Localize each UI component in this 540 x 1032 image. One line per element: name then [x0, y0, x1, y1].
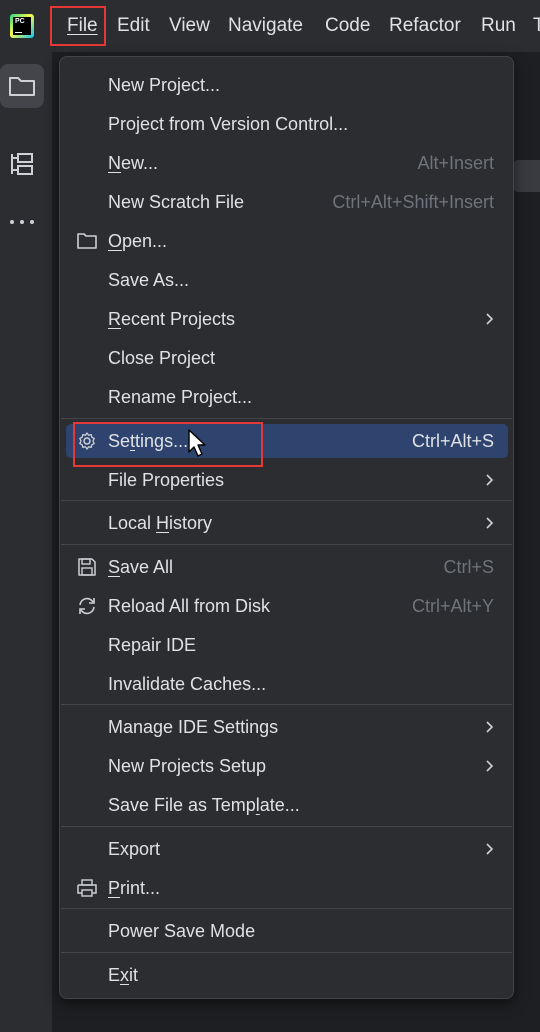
main-menu-bar: PC File Edit View Navigate Code Refactor… — [0, 0, 540, 52]
menu-separator — [61, 826, 512, 827]
menu-item-close-project[interactable]: Close Project — [66, 341, 508, 375]
chevron-right-icon — [486, 474, 494, 486]
chevron-right-icon — [486, 843, 494, 855]
menu-item-new[interactable]: New... Alt+Insert — [66, 146, 508, 180]
tool-separator — [8, 96, 40, 97]
menu-item-recent-projects[interactable]: Recent Projects — [66, 302, 508, 336]
editor-tab-fragment — [512, 160, 540, 192]
menu-code[interactable]: Code — [325, 13, 370, 39]
menu-separator — [61, 418, 512, 419]
chevron-right-icon — [486, 721, 494, 733]
ide-window: PC File Edit View Navigate Code Refactor… — [0, 0, 540, 1032]
menu-item-rename-project[interactable]: Rename Project... — [66, 380, 508, 414]
file-menu-dropdown: New Project... Project from Version Cont… — [59, 56, 514, 999]
menu-item-repair-ide[interactable]: Repair IDE — [66, 628, 508, 662]
menu-separator — [61, 908, 512, 909]
more-icon — [10, 220, 34, 224]
pycharm-logo-icon: PC — [10, 14, 34, 38]
menu-item-export[interactable]: Export — [66, 832, 508, 866]
tool-window-strip — [0, 52, 53, 1032]
menu-item-print[interactable]: Print... — [66, 871, 508, 905]
shortcut-label: Ctrl+Alt+S — [411, 431, 494, 451]
menu-item-manage-ide-settings[interactable]: Manage IDE Settings — [66, 710, 508, 744]
menu-separator — [61, 952, 512, 953]
settings-highlight — [73, 422, 263, 467]
menu-navigate[interactable]: Navigate — [228, 13, 303, 39]
menu-separator — [61, 544, 512, 545]
menu-item-power-save-mode[interactable]: Power Save Mode — [66, 914, 508, 948]
print-icon — [77, 879, 97, 897]
menu-tools[interactable]: T — [533, 13, 540, 39]
file-menu-highlight — [50, 6, 106, 46]
menu-item-new-project[interactable]: New Project... — [66, 68, 508, 102]
menu-item-new-projects-setup[interactable]: New Projects Setup — [66, 749, 508, 783]
chevron-right-icon — [486, 313, 494, 325]
menu-item-new-scratch-file[interactable]: New Scratch File Ctrl+Alt+Shift+Insert — [66, 185, 508, 219]
menu-item-invalidate-caches[interactable]: Invalidate Caches... — [66, 667, 508, 701]
mouse-cursor-icon — [188, 429, 206, 457]
more-tools-button[interactable] — [0, 200, 44, 244]
menu-item-project-from-vcs[interactable]: Project from Version Control... — [66, 107, 508, 141]
chevron-right-icon — [486, 760, 494, 772]
project-tool-button[interactable] — [0, 64, 44, 108]
menu-item-save-as[interactable]: Save As... — [66, 263, 508, 297]
folder-icon — [77, 233, 97, 249]
structure-icon — [11, 153, 33, 175]
menu-item-open[interactable]: Open... — [66, 224, 508, 258]
folder-icon — [9, 77, 35, 96]
menu-item-local-history[interactable]: Local History — [66, 506, 508, 540]
menu-item-exit[interactable]: Exit — [66, 958, 508, 992]
chevron-right-icon — [486, 517, 494, 529]
menu-separator — [61, 704, 512, 705]
menu-item-reload-all[interactable]: Reload All from Disk Ctrl+Alt+Y — [66, 589, 508, 623]
menu-refactor[interactable]: Refactor — [389, 13, 461, 39]
structure-tool-button[interactable] — [0, 142, 44, 186]
menu-separator — [61, 500, 512, 501]
menu-item-save-file-as-template[interactable]: Save File as Template... — [66, 788, 508, 822]
save-icon — [78, 558, 96, 576]
shortcut-label: Ctrl+Alt+Y — [411, 596, 494, 616]
menu-view[interactable]: View — [169, 13, 210, 39]
menu-item-save-all[interactable]: Save All Ctrl+S — [66, 550, 508, 584]
menu-run[interactable]: Run — [481, 13, 516, 39]
menu-item-file-properties[interactable]: File Properties — [66, 463, 508, 497]
shortcut-label: Ctrl+Alt+Shift+Insert — [332, 192, 494, 212]
reload-icon — [79, 597, 95, 615]
shortcut-label: Ctrl+S — [443, 557, 494, 577]
menu-edit[interactable]: Edit — [117, 13, 150, 39]
shortcut-label: Alt+Insert — [417, 153, 494, 173]
